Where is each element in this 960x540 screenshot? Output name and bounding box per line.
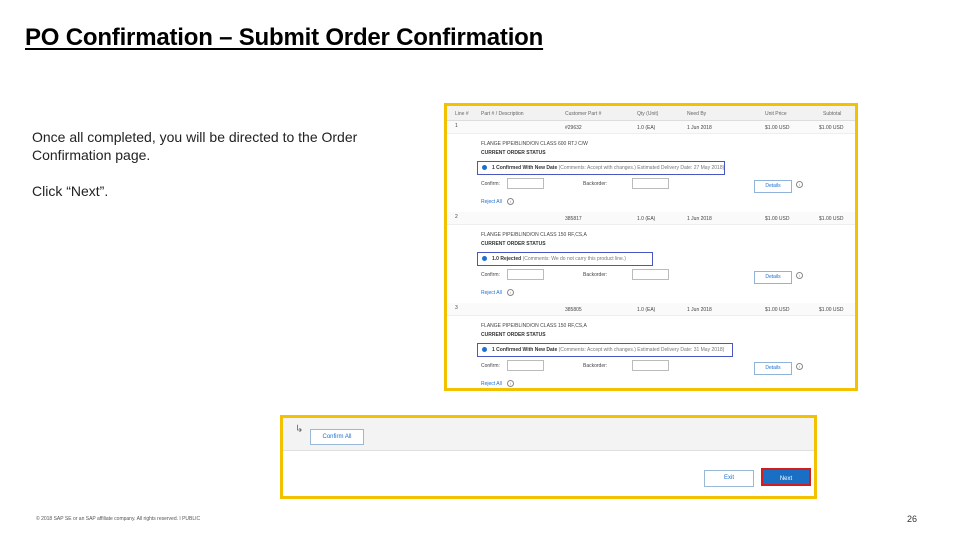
line-number: 2: [455, 214, 458, 220]
line-number: 3: [455, 305, 458, 311]
quantity: 1.0 (EA): [637, 216, 656, 222]
status-text: 1 Confirmed With New Date: [492, 165, 558, 171]
confirm-label: Confirm:: [481, 363, 500, 369]
confirm-quantity-input[interactable]: [507, 360, 544, 371]
status-note: (Comments: We do not carry this product …: [522, 256, 626, 262]
page-number: 26: [907, 514, 918, 524]
current-status-label: CURRENT ORDER STATUS: [481, 241, 546, 247]
header-part: Part # / Description: [481, 111, 524, 117]
actions-screenshot: ↳ Confirm All Exit Next: [280, 415, 817, 499]
unit-price: $1.00 USD: [765, 307, 790, 313]
quantity: 1.0 (EA): [637, 125, 656, 131]
reject-all-link[interactable]: Reject All: [481, 290, 502, 296]
status-option[interactable]: 1.0 Rejected (Comments: We do not carry …: [477, 252, 653, 266]
backorder-label: Backorder:: [583, 363, 608, 369]
unit-price: $1.00 USD: [765, 125, 790, 131]
header-qty: Qty (Unit): [637, 111, 659, 117]
radio-selected-icon[interactable]: [482, 256, 487, 261]
slide-title: PO Confirmation – Submit Order Confirmat…: [25, 24, 544, 51]
unit-price: $1.00 USD: [765, 216, 790, 222]
confirm-label: Confirm:: [481, 272, 500, 278]
next-button[interactable]: Next: [761, 468, 811, 486]
info-icon[interactable]: i: [507, 380, 514, 387]
header-line: Line #: [455, 111, 469, 117]
status-option[interactable]: 1 Confirmed With New Date (Comments: Acc…: [477, 343, 733, 357]
radio-selected-icon[interactable]: [482, 165, 487, 170]
part-description: FLANGE PIPE/BLIND/ON CLASS 150 RF,CS,A: [481, 323, 587, 329]
table-header: Line # Part # / Description Customer Par…: [447, 106, 855, 121]
need-by: 1 Jun 2018: [687, 125, 712, 131]
backorder-quantity-input[interactable]: [632, 178, 669, 189]
status-option[interactable]: 1 Confirmed With New Date (Comments: Acc…: [477, 161, 725, 175]
confirm-all-bar: ↳ Confirm All: [283, 418, 814, 451]
header-subtotal: Subtotal: [823, 111, 842, 117]
details-button[interactable]: Details: [754, 271, 792, 284]
current-status-label: CURRENT ORDER STATUS: [481, 332, 546, 338]
status-note: (Comments: Accept with changes.) Estimat…: [558, 347, 725, 353]
customer-part: 385805: [565, 307, 582, 313]
details-button[interactable]: Details: [754, 180, 792, 193]
part-description: FLANGE PIPE/BLIND/ON CLASS 600 RTJ C/W: [481, 141, 588, 147]
confirm-quantity-input[interactable]: [507, 269, 544, 280]
status-note: (Comments: Accept with changes.) Estimat…: [558, 165, 725, 171]
need-by: 1 Jun 2018: [687, 216, 712, 222]
reject-all-link[interactable]: Reject All: [481, 199, 502, 205]
backorder-quantity-input[interactable]: [632, 269, 669, 280]
quantity: 1.0 (EA): [637, 307, 656, 313]
info-icon[interactable]: i: [796, 181, 803, 188]
radio-selected-icon[interactable]: [482, 347, 487, 352]
order-line: 1 #29632 1.0 (EA) 1 Jun 2018 $1.00 USD $…: [447, 121, 855, 209]
instruction-text: Once all completed, you will be directed…: [32, 128, 422, 200]
status-text: 1.0 Rejected: [492, 256, 522, 262]
reject-all-link[interactable]: Reject All: [481, 381, 502, 387]
customer-part: #29632: [565, 125, 582, 131]
line-number: 1: [455, 123, 458, 129]
customer-part: 385817: [565, 216, 582, 222]
header-unit-price: Unit Price: [765, 111, 787, 117]
subtotal: $1.00 USD: [819, 216, 844, 222]
info-icon[interactable]: i: [507, 198, 514, 205]
order-line: 2 385817 1.0 (EA) 1 Jun 2018 $1.00 USD $…: [447, 212, 855, 300]
details-button[interactable]: Details: [754, 362, 792, 375]
backorder-label: Backorder:: [583, 181, 608, 187]
backorder-quantity-input[interactable]: [632, 360, 669, 371]
confirm-quantity-input[interactable]: [507, 178, 544, 189]
header-customer-part: Customer Part #: [565, 111, 602, 117]
exit-button[interactable]: Exit: [704, 470, 754, 487]
info-icon[interactable]: i: [507, 289, 514, 296]
info-icon[interactable]: i: [796, 272, 803, 279]
copyright-footer: © 2018 SAP SE or an SAP affiliate compan…: [36, 516, 201, 522]
subtotal: $1.00 USD: [819, 307, 844, 313]
backorder-label: Backorder:: [583, 272, 608, 278]
order-line: 3 385805 1.0 (EA) 1 Jun 2018 $1.00 USD $…: [447, 303, 855, 388]
part-description: FLANGE PIPE/BLIND/ON CLASS 150 RF,CS,A: [481, 232, 587, 238]
confirm-label: Confirm:: [481, 181, 500, 187]
instruction-paragraph: Click “Next”.: [32, 183, 109, 199]
subtotal: $1.00 USD: [819, 125, 844, 131]
header-need-by: Need By: [687, 111, 707, 117]
current-status-label: CURRENT ORDER STATUS: [481, 150, 546, 156]
info-icon[interactable]: i: [796, 363, 803, 370]
instruction-paragraph: Once all completed, you will be directed…: [32, 129, 358, 163]
order-confirmation-screenshot: Line # Part # / Description Customer Par…: [444, 103, 858, 391]
confirm-all-button[interactable]: Confirm All: [310, 429, 364, 445]
return-arrow-icon: ↳: [295, 424, 304, 435]
need-by: 1 Jun 2018: [687, 307, 712, 313]
status-text: 1 Confirmed With New Date: [492, 347, 558, 353]
